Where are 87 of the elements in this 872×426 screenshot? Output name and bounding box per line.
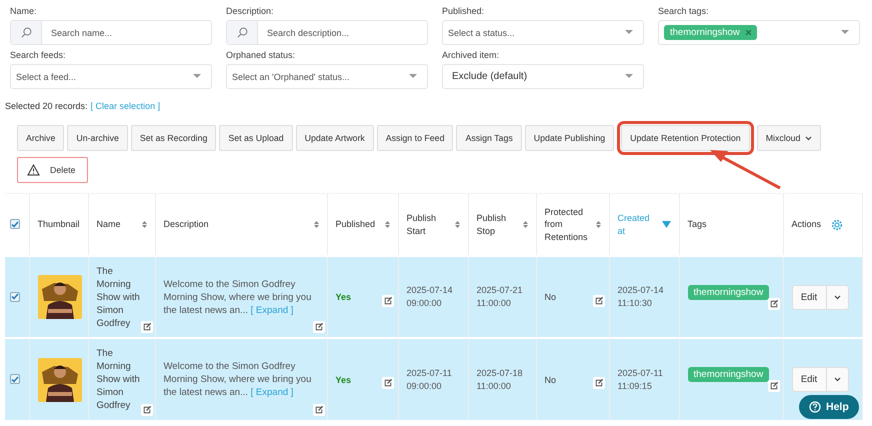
select-field[interactable]: Select a feed... (10, 64, 212, 89)
chevron-down-icon (834, 294, 840, 300)
selection-count: Selected 20 records: (5, 101, 88, 111)
field-label: Search tags: (658, 6, 709, 16)
created-date: 2025-07-11 11:09:15 (618, 366, 664, 392)
publish-stop-date: 2025-07-21 11:00:00 (476, 284, 524, 310)
help-button[interactable]: Help (799, 395, 859, 419)
action-button[interactable]: Update Retention Protection (621, 125, 750, 151)
caret-icon (625, 74, 633, 79)
column-header: Thumbnail (38, 218, 80, 231)
sortable-column-header[interactable]: Protected from Retentions (544, 206, 592, 244)
sort-descending-icon[interactable] (662, 221, 670, 228)
caret-icon (193, 74, 201, 79)
sort-icon[interactable] (314, 221, 318, 228)
warning-icon (27, 164, 40, 176)
field-label: Description: (226, 6, 274, 16)
caret-icon (409, 74, 417, 79)
field-label: Name: (10, 6, 37, 16)
search-box[interactable]: Search description... (226, 20, 428, 45)
protection-status: No (544, 374, 556, 384)
sort-icon[interactable] (454, 221, 460, 228)
action-button[interactable]: Un-archive (67, 125, 128, 151)
row-checkbox[interactable] (10, 374, 20, 384)
action-button[interactable]: Set as Recording (130, 125, 216, 151)
sortable-column-header[interactable]: Description (164, 218, 209, 231)
column-header: Actions (792, 218, 822, 231)
row-checkbox[interactable] (10, 292, 20, 302)
action-button[interactable]: Assign to Feed (376, 125, 454, 151)
action-button[interactable]: Assign Tags (456, 125, 522, 151)
protection-status: No (544, 292, 556, 302)
field-label: Archived item: (442, 50, 500, 60)
publish-start-date: 2025-07-14 09:00:00 (406, 284, 454, 310)
edit-icon[interactable] (140, 404, 152, 416)
sortable-column-header[interactable]: Publish Start (406, 212, 450, 238)
chevron-down-icon (834, 377, 840, 382)
action-button[interactable]: Update Artwork (296, 125, 374, 151)
sortable-column-header[interactable]: Name (96, 218, 121, 231)
sortable-column-header[interactable]: Publish Stop (476, 212, 518, 238)
question-icon (809, 401, 821, 413)
delete-button[interactable]: Delete (17, 157, 88, 183)
edit-icon[interactable] (768, 380, 780, 392)
edit-icon[interactable] (312, 321, 324, 333)
search-icon (236, 27, 248, 38)
sortable-column-header[interactable]: Published (336, 218, 376, 231)
field-label: Search feeds: (10, 50, 66, 60)
select-field[interactable]: Select an 'Orphaned' status... (226, 64, 428, 89)
action-button[interactable]: Archive (17, 125, 64, 151)
edit-icon[interactable] (768, 298, 780, 310)
action-button[interactable]: Set as Upload (219, 125, 293, 151)
close-icon[interactable] (746, 30, 751, 35)
edit-icon[interactable] (382, 295, 394, 307)
edit-icon[interactable] (592, 377, 604, 389)
edit-icon[interactable] (592, 295, 604, 307)
settings-icon[interactable] (831, 218, 844, 230)
edit-icon[interactable] (140, 321, 152, 333)
action-button[interactable]: Mixcloud (756, 125, 822, 151)
sort-icon[interactable] (142, 221, 146, 228)
search-field[interactable]: Search description... (258, 26, 427, 38)
published-status: Yes (336, 292, 352, 302)
published-status: Yes (336, 374, 352, 384)
caret-icon (841, 30, 849, 35)
select-field[interactable]: Select a status... (442, 20, 644, 45)
created-date: 2025-07-14 11:10:30 (618, 284, 665, 310)
field-label: Published: (442, 6, 484, 16)
sort-icon[interactable] (384, 221, 390, 228)
episode-description: Welcome to the Simon Godfrey Morning Show, where we bring you the latest news an... [ Expand ] (164, 278, 312, 316)
sort-icon[interactable] (522, 221, 528, 228)
sort-icon[interactable] (596, 221, 600, 228)
episode-name: The Morning Show with Simon Godfrey (96, 347, 141, 412)
edit-icon[interactable] (382, 377, 394, 389)
publish-stop-date: 2025-07-18 11:00:00 (476, 366, 524, 392)
field-label: Orphaned status: (226, 50, 296, 60)
search-box[interactable]: Search name... (10, 20, 212, 45)
publish-start-date: 2025-07-11 09:00:00 (406, 366, 453, 392)
select-all-checkbox[interactable] (10, 219, 20, 230)
search-icon (20, 27, 32, 38)
select-field[interactable]: Exclude (default) (442, 64, 644, 89)
edit-icon[interactable] (312, 404, 324, 416)
column-header: Tags (688, 218, 707, 231)
action-button[interactable]: Update Publishing (524, 125, 614, 151)
episode-description: Welcome to the Simon Godfrey Morning Show, where we bring you the latest news an... [ Expand ] (164, 360, 312, 399)
tag-label: themorningshow (688, 367, 770, 382)
episode-name: The Morning Show with Simon Godfrey (96, 264, 141, 330)
caret-icon (625, 30, 633, 35)
search-field[interactable]: Search name... (42, 26, 211, 38)
tag-label: themorningshow (688, 284, 770, 300)
chevron-down-icon (805, 136, 812, 140)
